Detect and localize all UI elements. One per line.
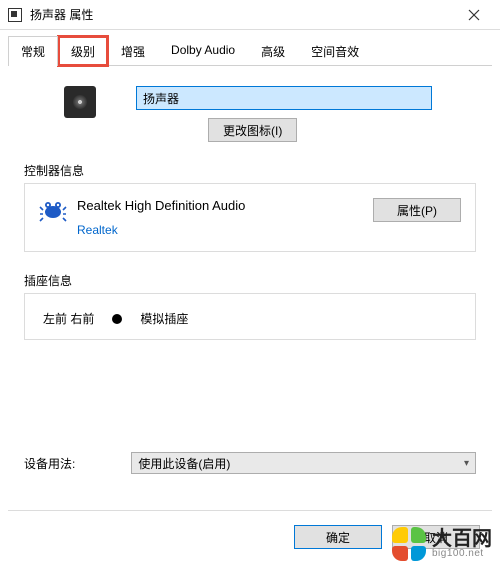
device-usage-label: 设备用法: bbox=[24, 455, 75, 472]
jack-type: 模拟插座 bbox=[140, 310, 188, 327]
controller-vendor: Realtek bbox=[77, 223, 373, 237]
title-bar: 扬声器 属性 bbox=[0, 0, 500, 30]
tab-enhance[interactable]: 增强 bbox=[108, 36, 158, 66]
window-title: 扬声器 属性 bbox=[30, 6, 452, 23]
chevron-down-icon: ▾ bbox=[464, 458, 469, 469]
controller-properties-button[interactable]: 属性(P) bbox=[373, 198, 461, 222]
tab-general[interactable]: 常规 bbox=[8, 36, 58, 66]
device-usage-selected: 使用此设备(启用) bbox=[138, 455, 230, 472]
device-usage-combobox[interactable]: 使用此设备(启用) ▾ bbox=[131, 452, 476, 474]
jack-position: 左前 右前 bbox=[43, 310, 94, 327]
app-icon bbox=[8, 8, 22, 22]
jack-groupbox: 左前 右前 模拟插座 bbox=[24, 293, 476, 340]
tab-levels[interactable]: 级别 bbox=[58, 36, 108, 66]
close-button[interactable] bbox=[452, 1, 496, 29]
controller-groupbox: Realtek High Definition Audio Realtek 属性… bbox=[24, 183, 476, 252]
jack-group-label: 插座信息 bbox=[24, 272, 476, 289]
device-header-row: 更改图标(I) bbox=[64, 86, 476, 142]
close-icon bbox=[468, 9, 480, 21]
device-name-input[interactable] bbox=[136, 86, 432, 110]
realtek-crab-icon bbox=[39, 198, 67, 222]
watermark-url: big100.net bbox=[432, 549, 492, 559]
tab-content-general: 更改图标(I) 控制器信息 Realtek High Definition Au… bbox=[0, 66, 500, 482]
tab-strip: 常规 级别 增强 Dolby Audio 高级 空间音效 bbox=[0, 34, 500, 66]
watermark-brand: 大百网 bbox=[432, 529, 492, 549]
ok-button[interactable]: 确定 bbox=[294, 525, 382, 549]
tab-advanced[interactable]: 高级 bbox=[248, 36, 298, 66]
footer-separator bbox=[8, 510, 492, 511]
watermark: 大百网 big100.net bbox=[392, 527, 492, 561]
controller-name: Realtek High Definition Audio bbox=[77, 198, 373, 213]
device-usage-row: 设备用法: 使用此设备(启用) ▾ bbox=[24, 452, 476, 474]
change-icon-button[interactable]: 更改图标(I) bbox=[208, 118, 297, 142]
controller-group-label: 控制器信息 bbox=[24, 162, 476, 179]
tab-spatial[interactable]: 空间音效 bbox=[298, 36, 372, 66]
speaker-icon bbox=[64, 86, 96, 118]
jack-color-dot bbox=[112, 314, 122, 324]
tab-dolby[interactable]: Dolby Audio bbox=[158, 36, 248, 66]
watermark-logo-icon bbox=[392, 527, 426, 561]
